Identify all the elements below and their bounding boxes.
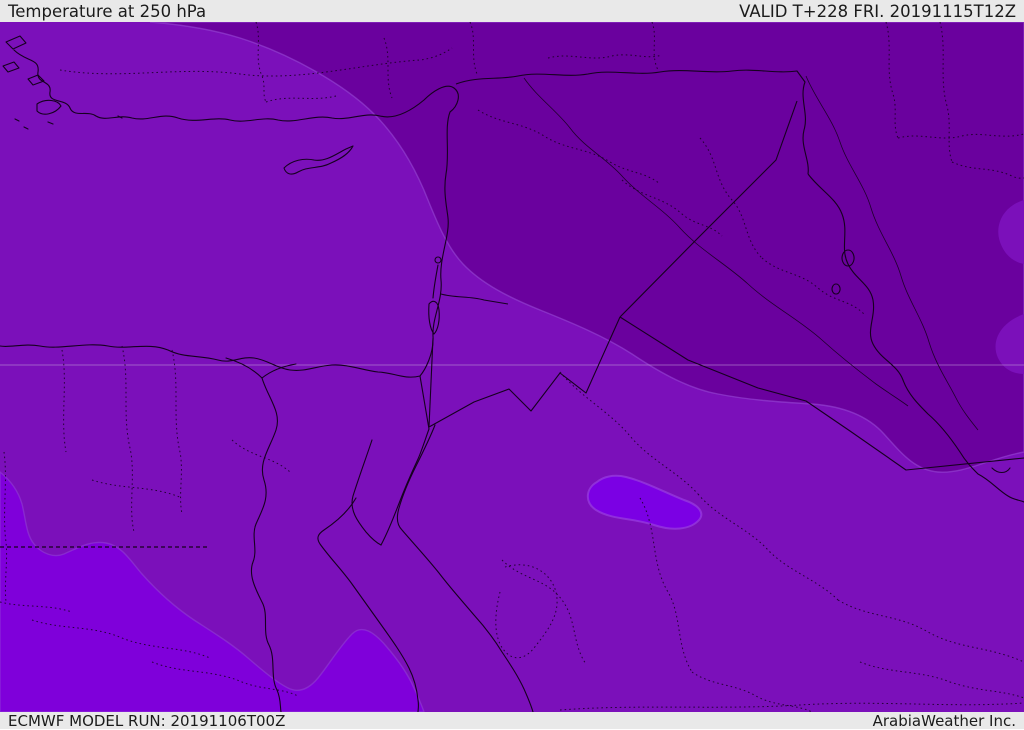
model-run-label: ECMWF MODEL RUN: 20191106T00Z <box>8 712 286 730</box>
page-title: Temperature at 250 hPa <box>8 2 207 21</box>
temperature-map-canvas <box>0 22 1024 712</box>
header-bar: Temperature at 250 hPa VALID T+228 FRI. … <box>0 0 1024 22</box>
weather-map-page: Temperature at 250 hPa VALID T+228 FRI. … <box>0 0 1024 729</box>
weather-map <box>0 22 1024 712</box>
credit-label: ArabiaWeather Inc. <box>872 712 1016 730</box>
valid-time-label: VALID T+228 FRI. 20191115T12Z <box>739 2 1016 21</box>
footer-bar: ECMWF MODEL RUN: 20191106T00Z ArabiaWeat… <box>0 712 1024 729</box>
